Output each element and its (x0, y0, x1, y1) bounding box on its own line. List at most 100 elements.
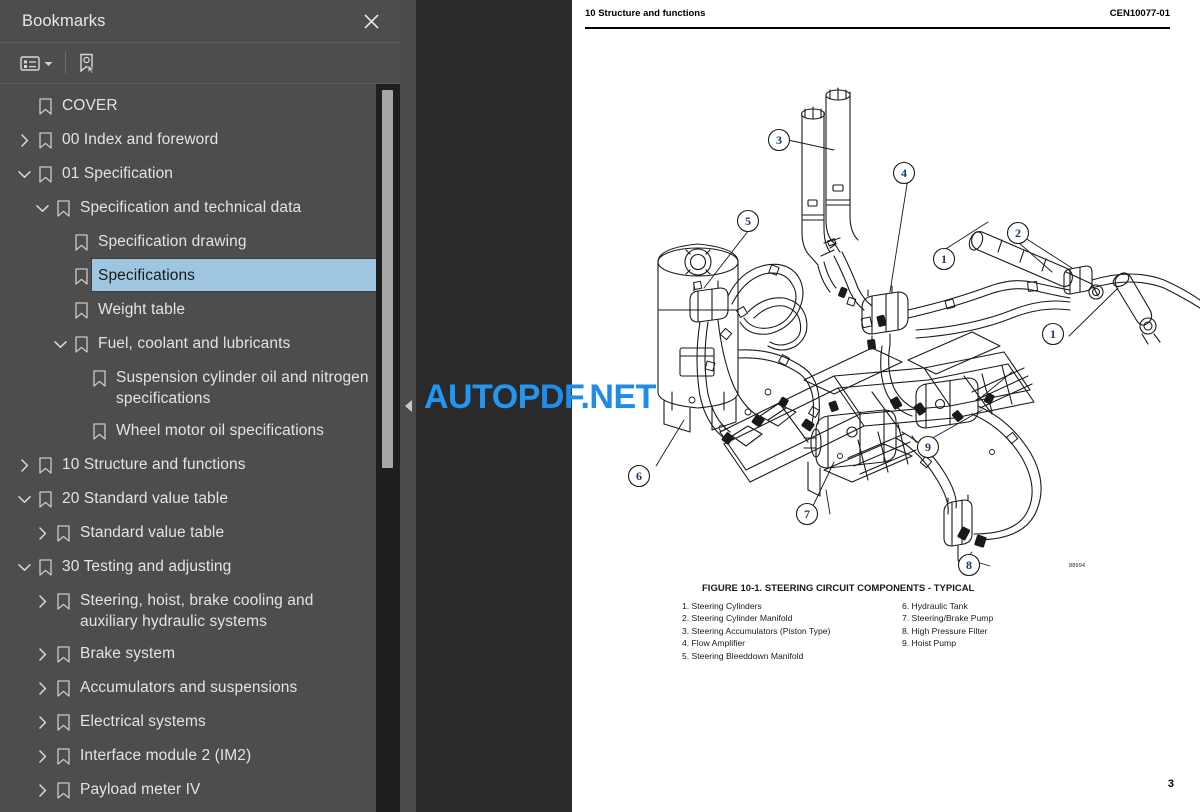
scrollbar-thumb[interactable] (382, 90, 393, 468)
bookmark-item-label: 01 Specification (62, 165, 174, 182)
bookmark-tree-item[interactable]: Wheel motor oil specifications (0, 414, 400, 448)
bookmark-pointer-icon[interactable] (78, 49, 97, 77)
svg-text:1: 1 (1050, 327, 1056, 341)
bookmark-tree-item[interactable]: Fuel, coolant and lubricants (0, 327, 400, 361)
bookmark-icon (34, 123, 56, 157)
bookmark-item-label: Specifications (91, 258, 377, 292)
bookmark-tree-item[interactable]: Payload meter IV (0, 773, 400, 807)
bookmark-tree-item[interactable]: Standard value table (0, 516, 400, 550)
bookmark-tree-item[interactable]: Specification drawing (0, 225, 400, 259)
drawing-callout: 1 (932, 247, 956, 271)
bookmark-item-label: Specification drawing (98, 233, 247, 250)
bookmark-tree-item[interactable]: Interface module 2 (IM2) (0, 739, 400, 773)
bookmark-item-label: Accumulators and suspensions (80, 679, 298, 696)
chevron-right-icon[interactable] (14, 123, 34, 157)
bookmark-icon (52, 516, 74, 550)
panel-collapse-handle[interactable] (400, 0, 416, 812)
page-number: 3 (1167, 778, 1174, 790)
chevron-down-icon[interactable] (50, 327, 70, 361)
bookmarks-panel: Bookmarks COVER 00 Index and foreword 01… (0, 0, 400, 812)
bookmark-tree-item[interactable]: Specification and technical data (0, 191, 400, 225)
drawing-callout: 3 (767, 128, 791, 152)
figure-caption: FIGURE 10-1. STEERING CIRCUIT COMPONENTS… (702, 583, 975, 594)
bookmark-icon (34, 448, 56, 482)
chevron-down-icon[interactable] (14, 157, 34, 191)
close-icon[interactable] (358, 8, 384, 34)
chevron-right-icon[interactable] (32, 637, 52, 671)
bookmark-icon (88, 361, 110, 395)
bookmarks-scrollbar[interactable] (376, 84, 400, 812)
bookmark-item-label: Fuel, coolant and lubricants (98, 335, 291, 352)
legend-item: 1. Steering Cylinders (682, 601, 762, 611)
bookmark-icon (34, 89, 56, 123)
chevron-down-icon[interactable] (14, 550, 34, 584)
svg-text:6: 6 (636, 469, 642, 483)
bookmark-tree-item[interactable]: 00 Index and foreword (0, 123, 400, 157)
bookmark-icon (88, 414, 110, 448)
bookmark-icon (52, 637, 74, 671)
chevron-right-icon[interactable] (32, 516, 52, 550)
bookmark-icon (52, 739, 74, 773)
bookmark-icon (52, 705, 74, 739)
drawing-callout: 5 (736, 209, 760, 233)
bookmark-tree-item[interactable]: Electrical systems (0, 705, 400, 739)
drawing-callout: 6 (627, 464, 651, 488)
bookmark-tree-item[interactable]: 20 Standard value table (0, 482, 400, 516)
svg-text:4: 4 (901, 166, 907, 180)
bookmark-tree-item[interactable]: Weight table (0, 293, 400, 327)
chevron-down-icon[interactable] (14, 482, 34, 516)
pdf-viewer-area: 10 Structure and functions CEN10077-01 1… (416, 0, 1200, 812)
bookmark-item-label: Steering, hoist, brake cooling and auxil… (80, 592, 314, 630)
chevron-right-icon[interactable] (14, 448, 34, 482)
bookmarks-tree-scroll[interactable]: COVER 00 Index and foreword 01 Specificati… (0, 84, 400, 812)
svg-text:5: 5 (745, 214, 751, 228)
chevron-right-icon[interactable] (32, 671, 52, 705)
bookmark-tree-item[interactable]: 10 Structure and functions (0, 448, 400, 482)
legend-item: 6. Hydraulic Tank (902, 601, 968, 611)
svg-text:9: 9 (925, 440, 931, 454)
pdf-page: 10 Structure and functions CEN10077-01 1… (572, 0, 1200, 812)
chevron-left-icon (404, 400, 412, 412)
chevron-right-icon[interactable] (32, 705, 52, 739)
bookmark-tree-item[interactable]: Accumulators and suspensions (0, 671, 400, 705)
legend-column-1: 1. Steering Cylinders 2. Steering Cylinde… (682, 600, 902, 662)
legend-item: 7. Steering/Brake Pump (902, 613, 994, 624)
list-options-icon[interactable] (18, 49, 55, 77)
chevron-down-icon[interactable] (32, 191, 52, 225)
bookmark-tree-item[interactable]: Suspension cylinder oil and nitrogen spe… (0, 361, 400, 414)
bookmark-item-label: Standard value table (80, 524, 225, 541)
bookmark-icon (52, 191, 74, 225)
bookmark-item-label: Suspension cylinder oil and nitrogen spe… (116, 369, 369, 407)
legend-item: 8. High Pressure Filter (902, 625, 988, 636)
bookmark-icon (34, 157, 56, 191)
drawing-callout: 2 (1006, 221, 1030, 245)
bookmark-tree-item[interactable]: Brake system (0, 637, 400, 671)
chevron-right-icon[interactable] (32, 773, 52, 807)
svg-text:1: 1 (941, 252, 947, 266)
chevron-right-icon[interactable] (32, 584, 52, 618)
bookmark-tree-item[interactable]: 01 Specification (0, 157, 400, 191)
bookmark-icon (52, 671, 74, 705)
bookmark-icon (70, 327, 92, 361)
legend-column-2: 6. Hydraulic Tank 7. Steering/Brake Pump 8… (902, 600, 1112, 662)
svg-text:3: 3 (776, 133, 782, 147)
bookmark-item-label: 20 Standard value table (62, 490, 229, 507)
bookmark-icon (34, 550, 56, 584)
bookmark-tree-item[interactable]: Specifications (0, 258, 400, 293)
bookmark-tree-item[interactable]: COVER (0, 89, 400, 123)
bookmark-item-label: Specification and technical data (80, 199, 302, 216)
chevron-down-icon[interactable] (44, 54, 53, 72)
bookmark-icon (70, 293, 92, 327)
svg-text:2: 2 (1015, 226, 1021, 240)
bookmark-item-label: 00 Index and foreword (62, 131, 219, 148)
svg-text:8: 8 (966, 558, 972, 572)
bookmark-item-label: COVER (62, 97, 118, 114)
bookmark-tree-item[interactable]: Steering, hoist, brake cooling and auxil… (0, 584, 400, 637)
pdf-viewer-window: Bookmarks COVER 00 Index and foreword 01… (0, 0, 1200, 812)
bookmark-item-label: 30 Testing and adjusting (62, 558, 232, 575)
chevron-right-icon[interactable] (32, 739, 52, 773)
bookmark-icon (70, 259, 92, 293)
bookmarks-panel-header: Bookmarks (0, 0, 400, 43)
bookmark-tree-item[interactable]: 30 Testing and adjusting (0, 550, 400, 584)
drawing-callout: 9 (916, 435, 940, 459)
